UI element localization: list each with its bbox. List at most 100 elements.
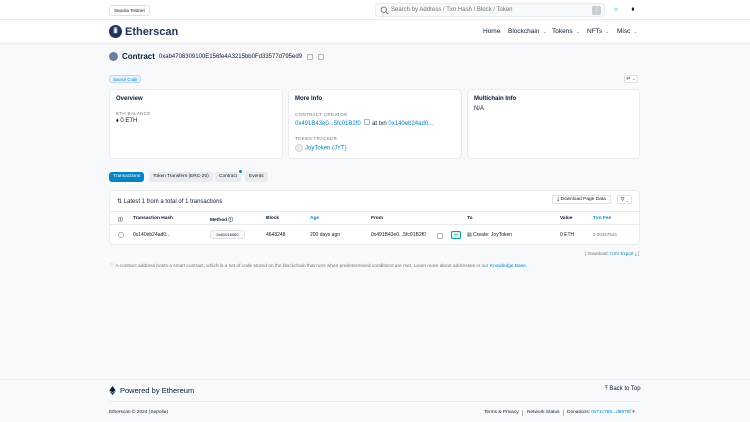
tab-token-transfers[interactable]: Token Transfers (ERC-20): [149, 172, 213, 182]
eth-balance-value: ⬧ 0 ETH: [116, 118, 137, 125]
block-link[interactable]: 4643248: [266, 232, 285, 238]
csv-note-prefix: [ Download:: [585, 251, 609, 256]
nav-blockchain-label: Blockchain: [508, 28, 540, 35]
help-icon[interactable]: ⓘ: [118, 216, 123, 223]
terms-link[interactable]: Terms & Privacy: [484, 410, 519, 415]
chevron-down-icon: ⌄: [542, 29, 547, 35]
download-icon: ⤓: [634, 251, 637, 256]
col-transaction-hash: Transaction Hash: [133, 216, 173, 221]
txn-hash-link[interactable]: 0x140eb24ad0...: [133, 232, 170, 238]
footer: Powered by Ethereum ⤒ Back to Top Ethers…: [0, 379, 750, 422]
ethereum-logo-icon: [109, 386, 116, 395]
source-code-tag[interactable]: Source Code: [109, 75, 142, 83]
slash-shortcut-icon: /: [592, 6, 601, 15]
chevron-down-icon: ⌄: [605, 29, 610, 35]
token-tracker-label: TOKEN TRACKER: [295, 136, 337, 141]
token-logo-icon: [295, 144, 303, 152]
method-badge: 0x61016060: [210, 230, 245, 239]
txn-fee: 0.00427643: [593, 232, 617, 237]
search-input[interactable]: Search by Address / Txn Hash / Block / T…: [375, 3, 605, 17]
col-method-label: Method: [210, 218, 228, 223]
direction-badge: IN: [451, 231, 461, 239]
more-info-card: More Info CONTRACT CREATOR 0x491B43e0...…: [288, 89, 462, 159]
tab-contract[interactable]: Contract: [215, 172, 242, 182]
tab-transactions[interactable]: Transactions: [109, 172, 145, 182]
chevron-down-icon: ⌄: [633, 29, 638, 35]
etherscan-logo[interactable]: ⅲ Etherscan: [109, 25, 178, 38]
etherscan-logo-icon: ⅲ: [109, 25, 122, 38]
donations: Donations: 0x71c765...d8976f ♥: [567, 410, 635, 415]
eth-balance-amount: 0 ETH: [120, 118, 138, 124]
csv-export-link[interactable]: CSV Export: [610, 251, 634, 256]
qr-code-icon[interactable]: [318, 53, 325, 60]
copyright: Etherscan © 2024 (Sepolia): [109, 410, 168, 415]
csv-note-suffix: ]: [638, 251, 640, 256]
contract-creator-label: CONTRACT CREATOR: [295, 112, 348, 117]
col-age[interactable]: Age: [310, 216, 319, 221]
copy-icon[interactable]: [307, 53, 314, 60]
network-status-link[interactable]: Network Status: [527, 410, 560, 415]
to-label: Create: JoyToken: [473, 232, 513, 238]
from-address-link[interactable]: 0x491B43e0...5fc01B2f0: [371, 232, 426, 238]
to-value[interactable]: ▤ Create: JoyToken: [467, 232, 512, 238]
footer-separator: [522, 410, 523, 416]
download-button-label: Download Page Data: [560, 197, 606, 202]
back-to-top-label: Back to Top: [609, 386, 641, 392]
network-badge[interactable]: Sepolia Testnet: [109, 5, 150, 16]
main-navbar: ⅲ Etherscan Home Blockchain ⌄ Tokens ⌄ NFT…: [0, 20, 750, 44]
powered-by-text: Powered by Ethereum: [120, 386, 195, 395]
nav-tokens-label: Tokens: [552, 28, 573, 35]
top-bar: Sepolia Testnet Search by Address / Txn …: [0, 0, 750, 20]
search-placeholder: Search by Address / Txn Hash / Block / T…: [391, 7, 513, 13]
download-page-data-button[interactable]: ⤓ Download Page Data: [552, 195, 611, 204]
txn-age: 200 days ago: [310, 232, 341, 238]
col-to: To: [467, 216, 473, 221]
nav-blockchain[interactable]: Blockchain ⌄: [508, 28, 547, 35]
col-value: Value: [560, 216, 573, 221]
transactions-summary-text: Latest 1 from a total of 1 transactions: [123, 199, 223, 205]
creation-txn-link[interactable]: 0x140eb24ad0...: [388, 121, 433, 127]
contract-info-note: ♡ A contract address hosts a smart contr…: [110, 264, 527, 269]
filter-button[interactable]: ⛛ ⌄: [617, 195, 632, 204]
tab-events[interactable]: Events: [245, 172, 268, 182]
search-icon: [380, 6, 389, 15]
donations-address-link[interactable]: 0x71c765...d8976f: [591, 410, 630, 415]
nav-home[interactable]: Home: [483, 28, 500, 35]
eye-icon[interactable]: [118, 232, 124, 238]
creator-address-link[interactable]: 0x491B43e0...5fc01B2f0: [295, 121, 361, 127]
back-to-top-link[interactable]: ⤒ Back to Top: [605, 386, 641, 393]
transactions-summary: ⇅ Latest 1 from a total of 1 transaction…: [117, 198, 222, 205]
more-options-button[interactable]: ⇄ ⌄: [624, 75, 638, 83]
multichain-card: Multichain Info N/A: [467, 89, 640, 159]
overview-card: Overview ETH BALANCE ⬧ 0 ETH: [109, 89, 283, 159]
eth-balance-label: ETH BALANCE: [116, 111, 151, 116]
theme-toggle-icon[interactable]: ☼: [610, 4, 622, 16]
copy-icon[interactable]: [364, 119, 371, 125]
nav-misc[interactable]: Misc ⌄: [617, 28, 638, 35]
copy-icon[interactable]: [437, 233, 443, 239]
token-tracker-value: JoyToken (JYT): [295, 144, 347, 152]
nav-misc-label: Misc: [617, 28, 631, 35]
multichain-title: Multichain Info: [474, 96, 517, 102]
nav-tokens[interactable]: Tokens ⌄: [552, 28, 580, 35]
donations-label: Donations:: [567, 410, 590, 415]
powered-by: Powered by Ethereum: [109, 386, 194, 395]
col-txn-fee[interactable]: Txn Fee: [593, 216, 611, 221]
ethereum-network-icon[interactable]: ⬧: [627, 4, 639, 16]
nav-nfts-label: NFTs: [587, 28, 603, 35]
table-header: ⓘ Transaction Hash Method ⓘ Block Age Fr…: [109, 211, 640, 225]
contract-creator-value: 0x491B43e0...5fc01B2f0 at txn 0x140eb24a…: [295, 119, 433, 127]
txn-value: 0 ETH: [560, 232, 575, 238]
col-method: Method ⓘ: [210, 218, 234, 223]
token-tracker-link[interactable]: JoyToken (JYT): [305, 146, 347, 152]
knowledge-base-link[interactable]: Knowledge Base.: [490, 264, 527, 269]
multichain-value: N/A: [474, 106, 485, 112]
footer-divider: [109, 401, 640, 402]
brand-name: Etherscan: [125, 25, 179, 38]
csv-download-note: [ Download: CSV Export ⤓ ]: [585, 251, 639, 256]
info-note-text: A contract address hosts a smart contrac…: [115, 264, 489, 269]
footer-separator: [563, 410, 564, 416]
nav-nfts[interactable]: NFTs ⌄: [587, 28, 609, 35]
more-info-title: More Info: [295, 96, 322, 102]
chevron-down-icon: ⌄: [575, 29, 580, 35]
